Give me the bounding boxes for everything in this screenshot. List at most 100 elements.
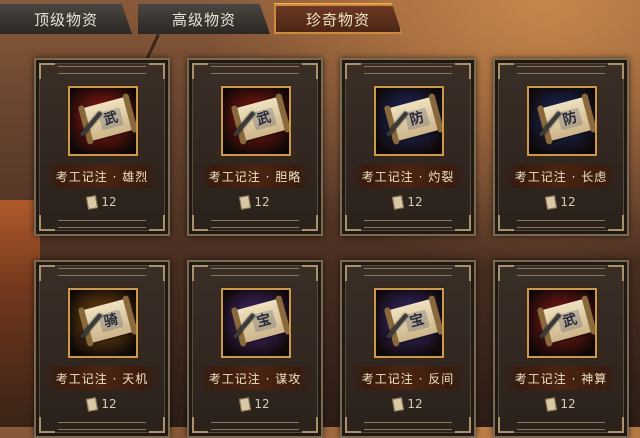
item-card[interactable]: 防考工记注 · 灼裂 12 — [340, 58, 476, 236]
paper-currency-icon — [392, 396, 405, 412]
frame-corner-ornament — [455, 417, 471, 433]
frame-corner-ornament — [608, 215, 624, 231]
item-card[interactable]: 防考工记注 · 长虑 12 — [493, 58, 629, 236]
item-card[interactable]: 骑考工记注 · 天机 12 — [34, 260, 170, 438]
frame-corner-ornament — [302, 265, 318, 281]
tab-label: 珍奇物资 — [305, 10, 370, 29]
frame-frieze — [211, 422, 299, 430]
frame-corner-ornament — [149, 215, 165, 231]
cost-value: 12 — [254, 195, 270, 209]
frame-frieze — [58, 66, 146, 74]
frame-corner-ornament — [455, 63, 471, 79]
item-name: 考工记注 · 胆略 — [197, 164, 313, 188]
frame-corner-ornament — [345, 63, 361, 79]
tab-label: 高级物资 — [171, 10, 236, 29]
tab-top-supplies[interactable]: 顶级物资 — [0, 3, 132, 34]
frame-corner-ornament — [345, 265, 361, 281]
item-cost: 12 — [189, 193, 321, 211]
tab-label: 顶级物资 — [33, 10, 98, 29]
frame-corner-ornament — [498, 417, 514, 433]
frame-corner-ornament — [455, 265, 471, 281]
frame-frieze — [364, 66, 452, 74]
paper-currency-icon — [239, 194, 252, 210]
frame-corner-ornament — [498, 63, 514, 79]
frame-corner-ornament — [455, 215, 471, 231]
frame-frieze — [211, 66, 299, 74]
item-name: 考工记注 · 谋攻 — [197, 366, 313, 390]
item-icon[interactable]: 防 — [374, 86, 444, 156]
cost-value: 12 — [407, 397, 423, 411]
item-icon[interactable]: 防 — [527, 86, 597, 156]
item-name: 考工记注 · 灼裂 — [350, 164, 466, 188]
frame-corner-ornament — [302, 63, 318, 79]
item-cost: 12 — [342, 193, 474, 211]
cost-value: 12 — [101, 195, 117, 209]
frame-frieze — [517, 66, 605, 74]
frame-corner-ornament — [192, 265, 208, 281]
frame-frieze — [517, 422, 605, 430]
frame-corner-ornament — [149, 265, 165, 281]
frame-corner-ornament — [39, 215, 55, 231]
frame-corner-ornament — [608, 265, 624, 281]
item-cost: 12 — [189, 395, 321, 413]
paper-currency-icon — [545, 396, 558, 412]
item-icon[interactable]: 武 — [527, 288, 597, 358]
frame-corner-ornament — [149, 63, 165, 79]
tab-rare-supplies[interactable]: 珍奇物资 — [274, 3, 402, 34]
item-cost: 12 — [495, 193, 627, 211]
frame-frieze — [517, 268, 605, 276]
frame-corner-ornament — [498, 215, 514, 231]
item-icon[interactable]: 骑 — [68, 288, 138, 358]
tab-bar: 顶级物资 高级物资 珍奇物资 — [0, 0, 640, 34]
frame-corner-ornament — [39, 63, 55, 79]
item-name: 考工记注 · 雄烈 — [44, 164, 160, 188]
frame-corner-ornament — [498, 265, 514, 281]
paper-currency-icon — [239, 396, 252, 412]
item-cost: 12 — [36, 395, 168, 413]
frame-corner-ornament — [608, 63, 624, 79]
frame-frieze — [364, 422, 452, 430]
frame-corner-ornament — [192, 215, 208, 231]
frame-frieze — [517, 220, 605, 228]
cost-value: 12 — [101, 397, 117, 411]
frame-corner-ornament — [192, 417, 208, 433]
cost-value: 12 — [560, 195, 576, 209]
frame-corner-ornament — [39, 265, 55, 281]
tab-advanced-supplies[interactable]: 高级物资 — [138, 3, 270, 34]
cost-value: 12 — [560, 397, 576, 411]
frame-corner-ornament — [39, 417, 55, 433]
item-icon[interactable]: 武 — [221, 86, 291, 156]
frame-corner-ornament — [345, 417, 361, 433]
frame-corner-ornament — [608, 417, 624, 433]
paper-currency-icon — [545, 194, 558, 210]
item-card[interactable]: 宝考工记注 · 谋攻 12 — [187, 260, 323, 438]
item-icon[interactable]: 宝 — [374, 288, 444, 358]
frame-corner-ornament — [345, 215, 361, 231]
item-icon[interactable]: 宝 — [221, 288, 291, 358]
frame-frieze — [364, 268, 452, 276]
frame-frieze — [58, 220, 146, 228]
item-cost: 12 — [36, 193, 168, 211]
cost-value: 12 — [254, 397, 270, 411]
item-card[interactable]: 武考工记注 · 雄烈 12 — [34, 58, 170, 236]
frame-frieze — [58, 422, 146, 430]
paper-currency-icon — [86, 194, 99, 210]
item-card[interactable]: 武考工记注 · 胆略 12 — [187, 58, 323, 236]
paper-currency-icon — [86, 396, 99, 412]
item-name: 考工记注 · 天机 — [44, 366, 160, 390]
item-card[interactable]: 武考工记注 · 神算 12 — [493, 260, 629, 438]
item-card[interactable]: 宝考工记注 · 反间 12 — [340, 260, 476, 438]
frame-corner-ornament — [302, 417, 318, 433]
item-cost: 12 — [495, 395, 627, 413]
cost-value: 12 — [407, 195, 423, 209]
item-name: 考工记注 · 长虑 — [503, 164, 619, 188]
frame-corner-ornament — [192, 63, 208, 79]
item-name: 考工记注 · 神算 — [503, 366, 619, 390]
item-name: 考工记注 · 反间 — [350, 366, 466, 390]
paper-currency-icon — [392, 194, 405, 210]
frame-frieze — [364, 220, 452, 228]
item-icon[interactable]: 武 — [68, 86, 138, 156]
frame-corner-ornament — [302, 215, 318, 231]
frame-frieze — [211, 220, 299, 228]
frame-corner-ornament — [149, 417, 165, 433]
